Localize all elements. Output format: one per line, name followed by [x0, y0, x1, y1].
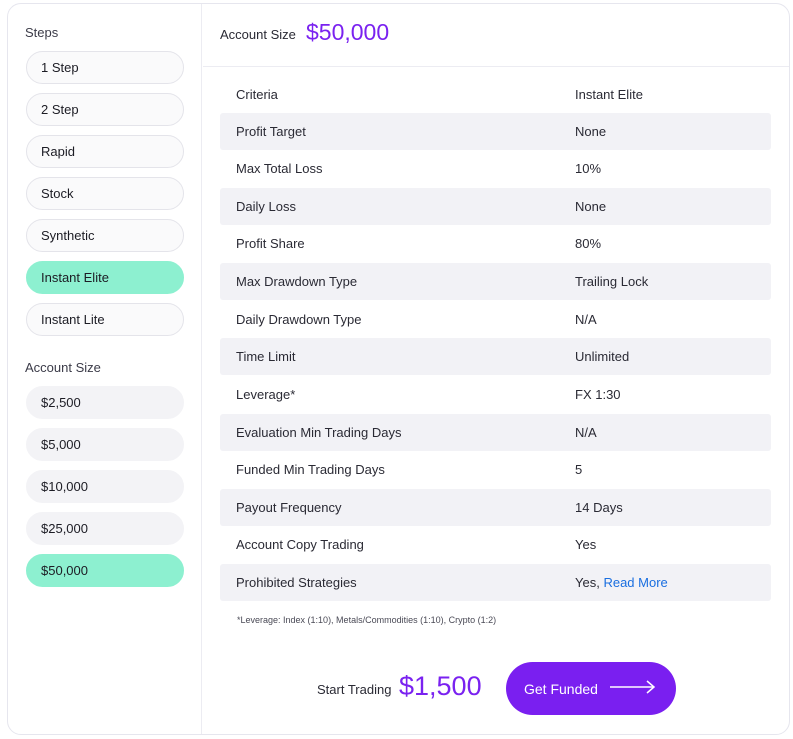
table-row: Max Drawdown Type Trailing Lock [220, 263, 771, 300]
criteria-value: Instant Elite [575, 87, 643, 102]
step-option-stock[interactable]: Stock [26, 177, 184, 210]
header-account-size-value: $50,000 [306, 19, 390, 45]
table-row: Daily Loss None [220, 188, 771, 225]
criteria-key: Max Drawdown Type [236, 274, 358, 289]
criteria-value: Yes, Read More [575, 575, 668, 590]
table-row: Profit Share 80% [220, 225, 771, 262]
size-option-label: $25,000 [41, 521, 88, 536]
start-trading-label: Start Trading [317, 682, 392, 697]
leverage-footnote: *Leverage: Index (1:10), Metals/Commodit… [237, 615, 497, 625]
size-option-label: $50,000 [41, 563, 88, 578]
table-row: Payout Frequency 14 Days [220, 489, 771, 526]
criteria-key: Prohibited Strategies [236, 575, 357, 590]
criteria-key: Criteria [236, 87, 278, 102]
get-funded-button[interactable]: Get Funded [506, 662, 676, 715]
table-row: Leverage* FX 1:30 [220, 376, 771, 413]
criteria-key: Payout Frequency [236, 500, 342, 515]
step-option-1-step[interactable]: 1 Step [26, 51, 184, 84]
criteria-key: Time Limit [236, 349, 296, 364]
criteria-value: Yes [575, 537, 597, 552]
header-label: Account Size [220, 27, 296, 42]
size-option-2500[interactable]: $2,500 [26, 386, 184, 419]
table-row: Time Limit Unlimited [220, 338, 771, 375]
criteria-value: FX 1:30 [575, 387, 621, 402]
table-row: Funded Min Trading Days 5 [220, 451, 771, 488]
table-row: Evaluation Min Trading Days N/A [220, 414, 771, 451]
criteria-value: None [575, 124, 607, 139]
step-option-label: Synthetic [41, 228, 95, 243]
criteria-key: Evaluation Min Trading Days [236, 425, 402, 440]
criteria-key: Daily Drawdown Type [236, 312, 362, 327]
step-option-label: Stock [41, 186, 74, 201]
criteria-key: Daily Loss [236, 199, 296, 214]
size-option-label: $2,500 [41, 395, 81, 410]
size-option-label: $10,000 [41, 479, 88, 494]
step-option-instant-lite[interactable]: Instant Lite [26, 303, 184, 336]
table-row: Max Total Loss 10% [220, 150, 771, 187]
step-option-label: Instant Lite [41, 312, 105, 327]
pricing-card: Steps 1 Step 2 Step Rapid Stock Syntheti… [7, 3, 790, 735]
criteria-key: Profit Share [236, 236, 305, 251]
criteria-value: 10% [575, 161, 602, 176]
step-option-label: Instant Elite [41, 270, 109, 285]
steps-label: Steps [25, 25, 59, 40]
criteria-value-text: Yes, [575, 575, 600, 590]
step-option-label: Rapid [41, 144, 75, 159]
step-option-synthetic[interactable]: Synthetic [26, 219, 184, 252]
size-option-label: $5,000 [41, 437, 81, 452]
get-funded-label: Get Funded [524, 680, 598, 697]
start-trading-price: $1,500 [399, 671, 482, 701]
criteria-value: 5 [575, 462, 583, 477]
criteria-value: 14 Days [575, 500, 623, 515]
step-option-instant-elite[interactable]: Instant Elite [26, 261, 184, 294]
arrow-right-icon [610, 680, 656, 697]
criteria-value: N/A [575, 425, 597, 440]
criteria-value: Unlimited [575, 349, 630, 364]
sidebar: Steps 1 Step 2 Step Rapid Stock Syntheti… [8, 4, 202, 734]
criteria-key: Leverage* [236, 387, 296, 402]
size-option-25000[interactable]: $25,000 [26, 512, 184, 545]
step-option-2-step[interactable]: 2 Step [26, 93, 184, 126]
criteria-value: Trailing Lock [575, 274, 649, 289]
table-row: Criteria Instant Elite [220, 76, 771, 113]
table-row: Daily Drawdown Type N/A [220, 301, 771, 338]
account-size-label: Account Size [25, 360, 101, 375]
step-option-label: 2 Step [41, 102, 79, 117]
size-option-10000[interactable]: $10,000 [26, 470, 184, 503]
criteria-value: None [575, 199, 607, 214]
table-row: Prohibited Strategies Yes, Read More [220, 564, 771, 601]
criteria-value: N/A [575, 312, 597, 327]
table-row: Profit Target None [220, 113, 771, 150]
step-option-label: 1 Step [41, 60, 79, 75]
size-option-50000[interactable]: $50,000 [26, 554, 184, 587]
account-size-header: Account Size $50,000 [203, 4, 789, 67]
read-more-link[interactable]: Read More [603, 575, 667, 590]
table-row: Account Copy Trading Yes [220, 526, 771, 563]
criteria-value: 80% [575, 236, 602, 251]
size-option-5000[interactable]: $5,000 [26, 428, 184, 461]
criteria-key: Funded Min Trading Days [236, 462, 385, 477]
step-option-rapid[interactable]: Rapid [26, 135, 184, 168]
criteria-key: Max Total Loss [236, 161, 323, 176]
criteria-key: Account Copy Trading [236, 537, 364, 552]
main-panel: Account Size $50,000 Criteria Instant Eli… [203, 4, 789, 734]
criteria-key: Profit Target [236, 124, 306, 139]
